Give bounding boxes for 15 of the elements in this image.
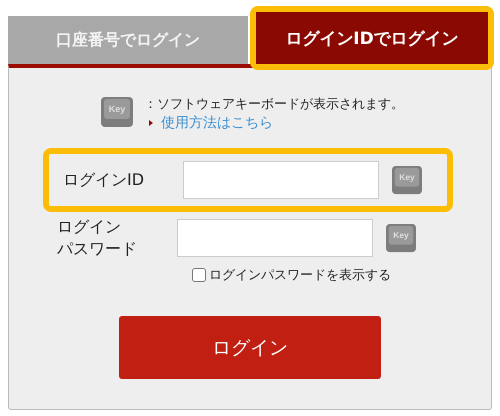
key-icon: Key bbox=[100, 96, 134, 128]
input-field[interactable] bbox=[177, 219, 373, 257]
field-label: ログインID bbox=[63, 169, 146, 191]
keyboard-note: ：ソフトウェアキーボードが表示されます。 bbox=[144, 97, 404, 112]
login-button[interactable]: ログイン bbox=[119, 316, 381, 379]
field-label: ログイン パスワード bbox=[57, 216, 138, 260]
usage-link[interactable]: 使用方法はこちら bbox=[161, 114, 273, 132]
input-field[interactable] bbox=[183, 161, 379, 199]
checkbox[interactable] bbox=[192, 268, 206, 282]
triangle-icon bbox=[149, 120, 153, 126]
key-icon[interactable]: Key bbox=[391, 165, 423, 195]
key-icon[interactable]: Key bbox=[385, 223, 417, 253]
tab[interactable]: ログインIDでログイン bbox=[256, 12, 488, 64]
tab[interactable]: 口座番号でログイン bbox=[8, 16, 248, 64]
checkbox-label: ログインパスワードを表示する bbox=[209, 267, 391, 284]
